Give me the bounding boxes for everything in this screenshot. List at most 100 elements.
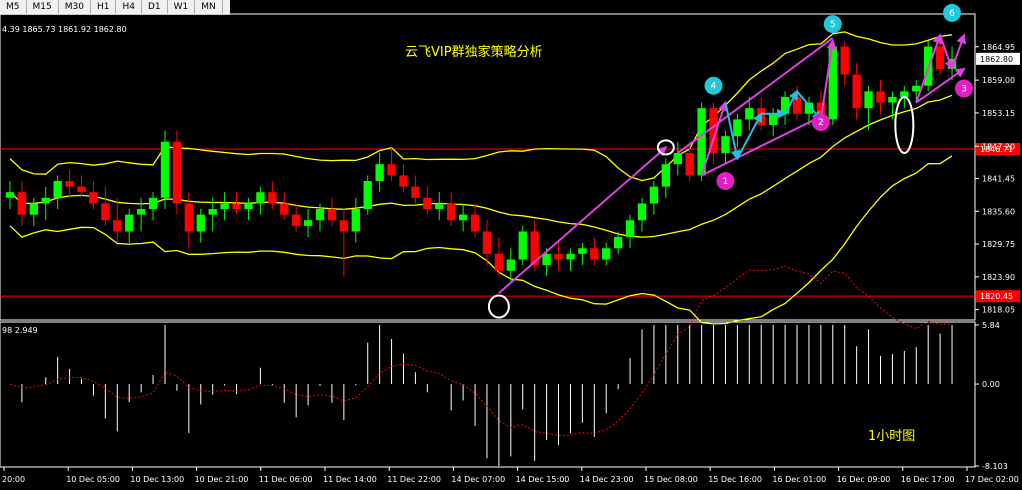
- candle-body: [613, 237, 623, 249]
- candle-body: [411, 186, 420, 198]
- candle-body: [840, 46, 849, 75]
- candle-body: [768, 113, 778, 125]
- candle-body: [208, 209, 217, 215]
- marker-number: 6: [949, 9, 955, 19]
- wave-marker-magenta: 1: [716, 172, 735, 191]
- candle-body: [77, 186, 86, 193]
- time-tick-label: 11 Dec 14:00: [323, 475, 377, 484]
- candle-body: [864, 91, 873, 109]
- candle-body: [315, 209, 325, 221]
- candle-body: [673, 152, 682, 165]
- candle-body: [375, 164, 384, 182]
- candle-body: [125, 214, 134, 232]
- price-tick-label: 1841.45: [982, 174, 1015, 183]
- candle-body: [113, 220, 122, 232]
- price-tick-label: 1859.00: [982, 76, 1015, 85]
- candle-body: [303, 220, 313, 226]
- candle-body: [136, 209, 146, 215]
- ohlc-readout: 4.39 1865.73 1861.92 1862.80: [2, 25, 127, 34]
- price-tick-label: 1853.15: [982, 109, 1015, 118]
- candle-body: [89, 192, 98, 204]
- candle-body: [757, 108, 766, 125]
- candle-body: [244, 203, 253, 210]
- time-tick-label: 20:00: [2, 475, 25, 484]
- price-tick-label: 1829.75: [982, 240, 1015, 249]
- candle-body: [447, 203, 456, 221]
- candle-body: [542, 253, 551, 266]
- price-tick-label: 1835.60: [982, 207, 1015, 216]
- time-tick-label: 10 Dec 21:00: [195, 475, 249, 484]
- candle-body: [733, 119, 742, 137]
- candle-body: [602, 248, 611, 260]
- candle-body: [625, 220, 635, 238]
- channel-upper-line: [677, 37, 834, 154]
- indicator-tick-label: 0.00: [982, 380, 1000, 389]
- marker-number: 3: [961, 85, 967, 95]
- candle-body: [935, 46, 945, 69]
- candle-body: [590, 248, 599, 260]
- wave-marker-magenta: 2: [811, 113, 830, 132]
- marker-number: 4: [711, 82, 717, 92]
- time-tick-label: 11 Dec 06:00: [259, 475, 313, 484]
- lower-band: [9, 155, 953, 325]
- candle-body: [780, 96, 790, 114]
- hline-price-label: 1820.45: [980, 292, 1013, 301]
- candle-body: [423, 197, 432, 210]
- candle-body: [172, 141, 182, 204]
- candle-body: [220, 203, 229, 210]
- wave-segment: [951, 33, 967, 70]
- candle-body: [912, 85, 921, 92]
- candle-body: [268, 192, 277, 204]
- time-tick-label: 15 Dec 16:00: [708, 475, 762, 484]
- wave-marker-cyan: 5: [823, 15, 842, 34]
- candle-body: [160, 141, 170, 198]
- candle-body: [363, 181, 372, 210]
- price-tick-label: 1864.95: [982, 43, 1015, 52]
- candle-body: [5, 192, 15, 198]
- candle-body: [685, 152, 694, 176]
- time-tick-label: 14 Dec 07:00: [451, 475, 505, 484]
- chart-canvas: 1846.711820.45 456123 1864.951859.001853…: [0, 3, 1020, 484]
- candle-body: [41, 197, 50, 204]
- candle-body: [196, 214, 205, 232]
- candle-body: [232, 203, 241, 210]
- time-tick-label: 16 Dec 01:00: [772, 475, 826, 484]
- candle-body: [458, 214, 468, 221]
- candle-body: [65, 181, 74, 187]
- candle-body: [745, 108, 754, 120]
- candle-body: [17, 192, 27, 215]
- candle-body: [280, 203, 289, 215]
- price-tick-label: 1818.05: [982, 306, 1015, 315]
- candle-body: [518, 231, 527, 260]
- wave-marker-magenta: 3: [954, 79, 973, 98]
- indicator-readout: 98 2.949: [2, 326, 38, 335]
- candle-body: [387, 164, 396, 176]
- candle-body: [339, 220, 349, 232]
- candle-body: [494, 253, 504, 271]
- candle-body: [661, 164, 671, 187]
- candle-body: [506, 259, 515, 271]
- candle-body: [852, 74, 861, 109]
- time-tick-label: 11 Dec 22:00: [387, 475, 441, 484]
- candle-body: [351, 209, 360, 232]
- time-tick-label: 17 Dec 02:00: [965, 475, 1019, 484]
- candle-body: [482, 231, 492, 254]
- candle-body: [53, 181, 62, 198]
- price-tick-label: 1823.90: [982, 273, 1015, 282]
- current-price-label: 1862.80: [980, 55, 1013, 64]
- candle-body: [876, 91, 885, 103]
- candle-body: [554, 253, 563, 260]
- indicator-panel-frame: [0, 321, 976, 468]
- time-tick-label: 10 Dec 13:00: [130, 475, 184, 484]
- chart-title: 云飞VIP群独家策略分析: [405, 44, 543, 60]
- middle-band: [9, 94, 953, 238]
- wave-marker-cyan: 6: [943, 3, 962, 22]
- marker-number: 2: [818, 118, 824, 128]
- candle-body: [184, 203, 194, 232]
- candle-body: [101, 203, 110, 221]
- indicator-tick-label: -8.103: [982, 462, 1008, 471]
- candle-body: [578, 248, 587, 254]
- low-circle-marker: [487, 294, 510, 319]
- time-tick-label: 16 Dec 17:00: [901, 475, 955, 484]
- indicator-tick-label: 5.84: [982, 321, 1000, 330]
